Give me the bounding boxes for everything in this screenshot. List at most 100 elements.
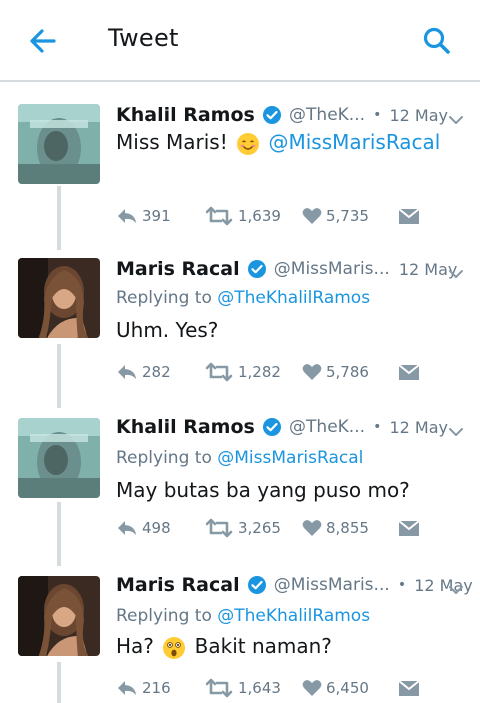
retweet-count: 3,265	[238, 519, 281, 537]
tweet-1[interactable]: Khalil Ramos @TheK... • 12 May Miss Mari…	[0, 100, 480, 250]
mention-link[interactable]: @MissMarisRacal	[268, 130, 440, 154]
direct-message-button[interactable]	[398, 516, 420, 540]
tweet-text: May butas ba yang puso mo?	[116, 478, 410, 502]
avatar-maris-racal-image	[18, 576, 100, 656]
avatar-khalil-ramos-image	[18, 104, 100, 184]
author-name[interactable]: Khalil Ramos	[116, 104, 255, 126]
top-app-bar: Tweet	[0, 0, 480, 82]
author-name[interactable]: Maris Racal	[116, 574, 240, 596]
direct-message-button[interactable]	[398, 204, 420, 228]
heart-icon	[302, 364, 322, 380]
envelope-icon	[398, 680, 420, 696]
direct-message-button[interactable]	[398, 360, 420, 384]
reply-count: 216	[142, 679, 171, 697]
reply-button[interactable]: 282	[116, 360, 171, 384]
tweet-2[interactable]: Maris Racal @MissMaris... 12 May Replyin…	[0, 258, 480, 408]
tweet-header: Maris Racal @MissMaris... • 12 May	[116, 574, 473, 608]
reply-count: 498	[142, 519, 171, 537]
envelope-icon	[398, 208, 420, 224]
search-icon	[423, 27, 450, 54]
reply-count: 282	[142, 363, 171, 381]
heart-icon	[302, 520, 322, 536]
tweet-actions: 282 1,282 5,786	[116, 360, 446, 384]
avatar-khalil-ramos-image	[18, 418, 100, 498]
reply-icon	[118, 365, 136, 379]
reply-button[interactable]: 216	[116, 676, 171, 700]
tweet-text-content-after: Bakit naman?	[194, 634, 332, 658]
tweet-text-content: Uhm. Yes?	[116, 318, 219, 342]
author-handle[interactable]: @TheK...	[289, 417, 365, 437]
thread-connector	[57, 186, 61, 250]
like-count: 5,735	[326, 207, 369, 225]
page-title: Tweet	[108, 24, 179, 52]
replying-to-mention[interactable]: @TheKhalilRamos	[217, 288, 370, 308]
tweet-4[interactable]: Maris Racal @MissMaris... • 12 May Reply…	[0, 574, 480, 703]
separator-dot: •	[397, 577, 407, 593]
retweet-button[interactable]: 3,265	[204, 516, 281, 540]
thread-connector	[57, 344, 61, 408]
search-button[interactable]	[420, 24, 454, 58]
chevron-down-icon[interactable]	[446, 580, 466, 600]
separator-dot: •	[373, 107, 382, 123]
reply-icon	[118, 521, 136, 535]
replying-to-mention[interactable]: @TheKhalilRamos	[217, 606, 370, 626]
chevron-down-icon[interactable]	[446, 422, 466, 442]
retweet-button[interactable]: 1,282	[204, 360, 281, 384]
retweet-icon	[205, 362, 233, 382]
avatar-khalil-ramos[interactable]	[18, 418, 100, 498]
like-button[interactable]: 6,450	[302, 676, 369, 700]
astonished-face-emoji-icon	[163, 636, 186, 659]
verified-badge-icon	[262, 106, 281, 124]
author-handle[interactable]: @MissMaris...	[274, 575, 390, 595]
verified-badge-icon	[262, 418, 281, 436]
chevron-down-icon[interactable]	[446, 110, 466, 130]
thread-connector	[57, 502, 61, 566]
tweet-header: Khalil Ramos @TheK... • 12 May	[116, 416, 466, 450]
tweet-text-content: May butas ba yang puso mo?	[116, 478, 410, 502]
author-name[interactable]: Khalil Ramos	[116, 416, 255, 438]
arrow-left-icon	[30, 29, 56, 53]
heart-icon	[302, 680, 322, 696]
heart-icon	[302, 208, 322, 224]
tweet-date[interactable]: 12 May	[389, 106, 448, 125]
author-handle[interactable]: @MissMaris...	[274, 259, 390, 279]
tweet-date[interactable]: 12 May	[389, 418, 448, 437]
retweet-button[interactable]: 1,639	[204, 204, 281, 228]
tweet-actions: 391 1,639 5,735	[116, 204, 446, 228]
like-button[interactable]: 8,855	[302, 516, 369, 540]
author-handle[interactable]: @TheK...	[289, 105, 365, 125]
avatar-maris-racal[interactable]	[18, 576, 100, 656]
envelope-icon	[398, 520, 420, 536]
tweet-text: Uhm. Yes?	[116, 318, 218, 342]
like-count: 8,855	[326, 519, 369, 537]
retweet-icon	[205, 206, 233, 226]
reply-count: 391	[142, 207, 171, 225]
tweet-text: Miss Maris! @MissMarisRacal	[116, 130, 440, 156]
replying-to: Replying to @TheKhalilRamos	[116, 606, 370, 626]
like-button[interactable]: 5,786	[302, 360, 369, 384]
like-button[interactable]: 5,735	[302, 204, 369, 228]
reply-button[interactable]: 391	[116, 204, 171, 228]
replying-label: Replying to	[116, 288, 212, 308]
reply-icon	[118, 209, 136, 223]
retweet-button[interactable]: 1,643	[204, 676, 281, 700]
retweet-count: 1,643	[238, 679, 281, 697]
retweet-icon	[205, 518, 233, 538]
avatar-maris-racal[interactable]	[18, 258, 100, 338]
chevron-down-icon[interactable]	[446, 264, 466, 284]
avatar-khalil-ramos[interactable]	[18, 104, 100, 184]
tweet-text: Ha? Bakit naman?	[116, 634, 332, 660]
reply-button[interactable]: 498	[116, 516, 171, 540]
tweet-actions: 216 1,643 6,450	[116, 676, 446, 700]
tweet-header: Maris Racal @MissMaris... 12 May	[116, 258, 466, 292]
replying-to-mention[interactable]: @MissMarisRacal	[217, 448, 363, 468]
replying-to: Replying to @MissMarisRacal	[116, 448, 363, 468]
direct-message-button[interactable]	[398, 676, 420, 700]
retweet-count: 1,282	[238, 363, 281, 381]
reply-icon	[118, 681, 136, 695]
author-name[interactable]: Maris Racal	[116, 258, 240, 280]
tweet-3[interactable]: Khalil Ramos @TheK... • 12 May Replying …	[0, 416, 480, 566]
replying-label: Replying to	[116, 606, 212, 626]
back-button[interactable]	[26, 24, 60, 58]
replying-label: Replying to	[116, 448, 212, 468]
